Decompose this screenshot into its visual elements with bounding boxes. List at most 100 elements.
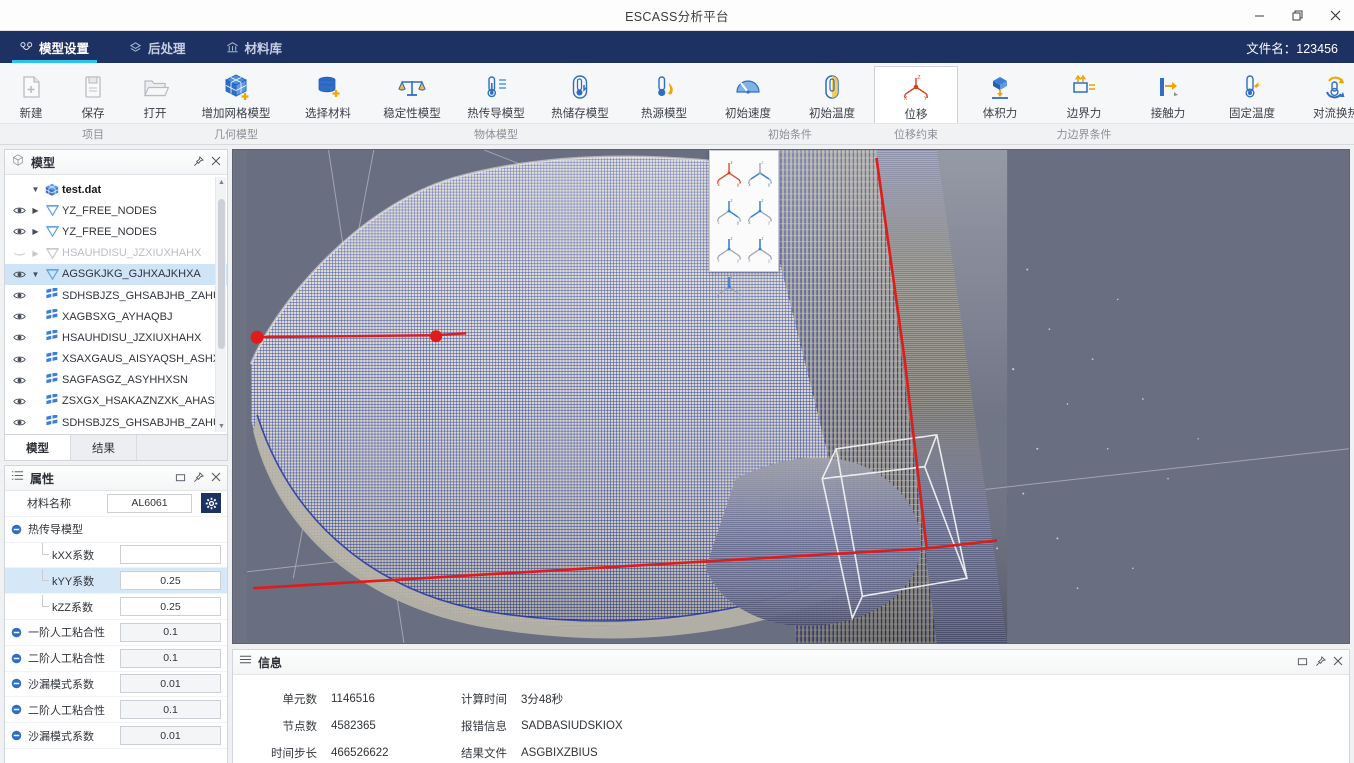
tree-item-label: ZSXGX_HSAKAZNZXK_AHASX xyxy=(62,395,222,407)
visibility-eye-icon[interactable] xyxy=(9,416,29,429)
visibility-eye-icon[interactable] xyxy=(9,247,29,260)
tree-item[interactable]: SDHSBJZS_GHSABJHB_ZAHU xyxy=(5,412,227,433)
close-button[interactable] xyxy=(1316,0,1354,31)
convection-button[interactable]: 对流换热 xyxy=(1294,66,1354,123)
body-force-button[interactable]: 体积力 xyxy=(958,66,1042,123)
visibility-eye-icon[interactable] xyxy=(9,289,29,302)
property-value-field[interactable]: 0.01 xyxy=(120,726,221,745)
stability-model-button[interactable]: 稳定性模型 xyxy=(370,66,454,123)
pin-icon[interactable] xyxy=(193,156,204,169)
pin-icon[interactable] xyxy=(1315,656,1326,669)
constraint-option-yz[interactable]: z x y xyxy=(713,192,744,230)
minus-circle-icon[interactable] xyxy=(9,730,24,741)
svg-text:z: z xyxy=(730,236,732,241)
property-value-field[interactable]: 0.01 xyxy=(120,674,221,693)
property-row: 沙漏模式系数0.01 xyxy=(5,672,227,698)
chevron-right-icon[interactable]: ▶ xyxy=(29,206,42,215)
constraint-option-xy[interactable]: z x y xyxy=(744,154,775,192)
property-value-field[interactable]: 0.1 xyxy=(120,623,221,642)
property-value-field[interactable]: 0.25 xyxy=(120,571,221,590)
visibility-eye-icon[interactable] xyxy=(9,268,29,281)
tree-item[interactable]: ZSXGX_HSAKAZNZXK_AHASX xyxy=(5,391,227,412)
property-list: 材料名称 AL6061 xyxy=(5,491,227,763)
material-name-field[interactable]: AL6061 xyxy=(107,494,192,513)
initial-temperature-button[interactable]: 初始温度 xyxy=(790,66,874,123)
minus-circle-icon[interactable] xyxy=(9,524,24,535)
save-button[interactable]: 保存 xyxy=(62,66,124,123)
initial-velocity-button[interactable]: 初始速度 xyxy=(706,66,790,123)
chevron-right-icon[interactable]: ▶ xyxy=(29,249,42,258)
tree-item[interactable]: ▶ HSAUHDISU_JZXIUXHAHX xyxy=(5,243,227,264)
visibility-eye-icon[interactable] xyxy=(9,395,29,408)
pin-icon[interactable] xyxy=(193,472,204,485)
contact-force-button[interactable]: 接触力 xyxy=(1126,66,1210,123)
minus-circle-icon[interactable] xyxy=(9,653,24,664)
ribbon-group-displacement-constraint: Z X Y 位移 位移约束 xyxy=(874,63,958,144)
restore-icon[interactable] xyxy=(1297,656,1308,669)
tab-model[interactable]: 模型 xyxy=(5,435,71,460)
property-value-field[interactable]: 0.1 xyxy=(120,649,221,668)
tree-item[interactable]: SAGFASGZ_ASYHHXSN xyxy=(5,370,227,391)
model-tree[interactable]: ▼test.dat▶YZ_FREE_NODES▶YZ_FREE_NODES▶HS… xyxy=(5,175,227,434)
restore-icon[interactable] xyxy=(175,472,186,485)
add-mesh-model-button[interactable]: 增加网格模型 xyxy=(186,66,286,123)
fixed-temperature-button[interactable]: 固定温度 xyxy=(1210,66,1294,123)
minus-circle-icon[interactable] xyxy=(9,704,24,715)
new-button[interactable]: 新建 xyxy=(0,66,62,123)
boundary-force-button[interactable]: 边界力 xyxy=(1042,66,1126,123)
tree-root-item[interactable]: ▼test.dat xyxy=(5,179,227,200)
constraint-option-z[interactable]: z x y xyxy=(713,268,744,306)
property-value-field[interactable]: 0.25 xyxy=(120,597,221,616)
gear-icon[interactable] xyxy=(201,493,221,513)
tree-item[interactable]: SDHSBJZS_GHSABJHB_ZAHU xyxy=(5,285,227,306)
tab-result[interactable]: 结果 xyxy=(71,435,137,460)
minimize-button[interactable] xyxy=(1240,0,1278,31)
tree-item[interactable]: XSAXGAUS_AISYAQSH_ASHX xyxy=(5,349,227,370)
heat-conduction-model-button[interactable]: 热传导模型 xyxy=(454,66,538,123)
tree-item[interactable]: ▶YZ_FREE_NODES xyxy=(5,221,227,242)
scroll-up-icon[interactable]: ▲ xyxy=(216,177,227,188)
tab-model-settings[interactable]: 模型设置 xyxy=(0,31,109,63)
3d-viewport[interactable]: z x y xyxy=(232,149,1350,644)
constraint-option-xyz-all[interactable]: z x y xyxy=(713,154,744,192)
chevron-right-icon[interactable]: ▶ xyxy=(29,227,42,236)
open-button[interactable]: 打开 xyxy=(124,66,186,123)
body-force-icon xyxy=(986,71,1014,103)
visibility-eye-icon[interactable] xyxy=(9,374,29,387)
tree-item-label: HSAUHDISU_JZXIUXHAHX xyxy=(62,247,201,259)
property-value-field[interactable] xyxy=(120,545,221,564)
minus-circle-icon[interactable] xyxy=(9,678,24,689)
tree-item[interactable]: XAGBSXG_AYHAQBJ xyxy=(5,306,227,327)
visibility-eye-icon[interactable] xyxy=(9,204,29,217)
close-icon[interactable] xyxy=(211,472,221,484)
tab-material-library[interactable]: 材料库 xyxy=(206,31,303,63)
tree-item[interactable]: HSAUHDISU_JZXIUXHAHX xyxy=(5,327,227,348)
tree-item[interactable]: ▶YZ_FREE_NODES xyxy=(5,200,227,221)
constraint-option-y[interactable]: z x y xyxy=(744,230,775,268)
restore-button[interactable] xyxy=(1278,0,1316,31)
visibility-eye-icon[interactable] xyxy=(9,225,29,238)
visibility-eye-icon[interactable] xyxy=(9,310,29,323)
constraint-option-x[interactable]: z x y xyxy=(713,230,744,268)
property-value-field[interactable]: 0.1 xyxy=(120,700,221,719)
displacement-constraint-popup[interactable]: z x y xyxy=(709,150,779,272)
close-icon[interactable] xyxy=(211,156,221,168)
minus-circle-icon[interactable] xyxy=(9,627,24,638)
property-row: 二阶人工粘合性0.1 xyxy=(5,646,227,672)
visibility-eye-icon[interactable] xyxy=(9,353,29,366)
heat-source-model-button[interactable]: 热源模型 xyxy=(622,66,706,123)
close-icon[interactable] xyxy=(1333,656,1343,668)
property-row: kZZ系数0.25 xyxy=(5,594,227,620)
tab-post-processing[interactable]: 后处理 xyxy=(109,31,206,63)
chevron-down-icon[interactable]: ▼ xyxy=(29,270,42,279)
heat-storage-model-button[interactable]: 热储存模型 xyxy=(538,66,622,123)
visibility-eye-icon[interactable] xyxy=(9,331,29,344)
chevron-down-icon[interactable]: ▼ xyxy=(29,185,42,194)
scroll-down-icon[interactable]: ▼ xyxy=(216,421,227,432)
scrollbar-thumb[interactable] xyxy=(218,199,225,349)
select-material-button[interactable]: 选择材料 xyxy=(286,66,370,123)
tree-scrollbar[interactable]: ▲ ▼ xyxy=(215,177,226,432)
tree-item[interactable]: ▼AGSGKJKG_GJHXAJKHXA xyxy=(5,264,227,285)
displacement-button[interactable]: Z X Y 位移 xyxy=(874,66,958,123)
constraint-option-xz[interactable]: z x y xyxy=(744,192,775,230)
